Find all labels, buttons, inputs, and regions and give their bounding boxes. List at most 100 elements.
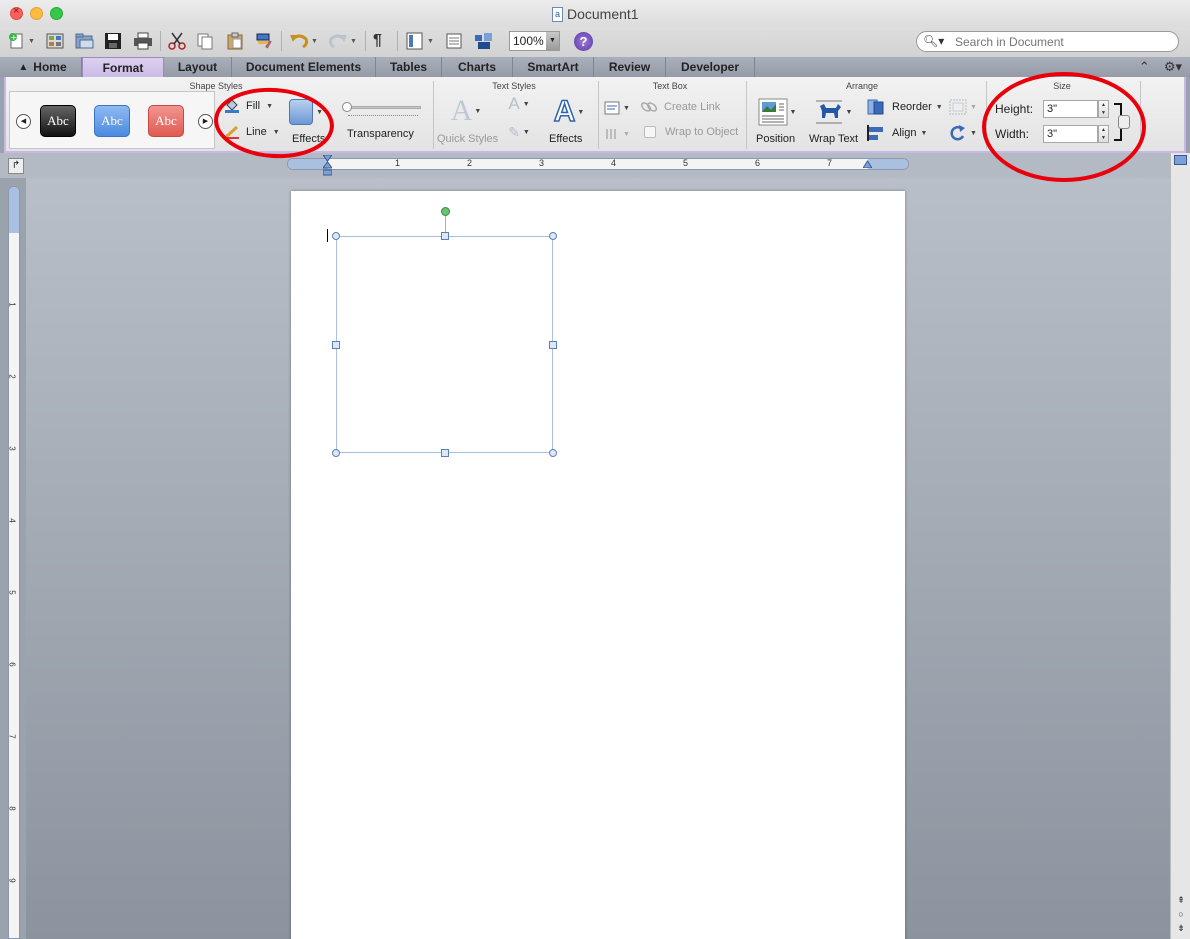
new-document-dropdown-icon[interactable]: ▼ bbox=[28, 38, 35, 45]
undo-dropdown-icon[interactable]: ▼ bbox=[311, 38, 318, 45]
toolbox-button[interactable] bbox=[474, 30, 494, 52]
wrap-text-dropdown-icon[interactable]: ▼ bbox=[846, 109, 853, 116]
rotate-button[interactable]: ▼ bbox=[948, 124, 977, 142]
group-objects-button[interactable]: ▼ bbox=[948, 98, 977, 116]
page-navigation[interactable]: ⇞ ○ ⇟ bbox=[1174, 893, 1188, 937]
wrap-to-object-checkbox[interactable]: Wrap to Object bbox=[644, 126, 738, 138]
maximize-window-button[interactable] bbox=[50, 7, 63, 20]
save-button[interactable] bbox=[104, 30, 122, 52]
search-field[interactable]: 🔍︎▾ bbox=[916, 31, 1179, 52]
cut-button[interactable] bbox=[168, 30, 186, 52]
text-direction-dropdown-icon[interactable]: ▼ bbox=[623, 105, 630, 112]
redo-button[interactable]: ▼ bbox=[328, 30, 357, 52]
next-page-icon[interactable]: ⇟ bbox=[1174, 921, 1188, 935]
svg-text:+: + bbox=[11, 33, 18, 42]
collapse-ribbon-chevron-icon[interactable]: ⌃ bbox=[1139, 59, 1150, 75]
resize-handle-right[interactable] bbox=[549, 341, 557, 349]
resize-handle-left[interactable] bbox=[332, 341, 340, 349]
text-outline-dropdown-icon[interactable]: ▼ bbox=[523, 129, 530, 136]
search-input[interactable] bbox=[955, 34, 1170, 49]
annotation-circle-size bbox=[982, 72, 1146, 182]
help-button[interactable]: ? bbox=[574, 32, 593, 51]
create-link-button[interactable]: Create Link bbox=[640, 100, 720, 114]
gallery-next-icon[interactable]: ▶ bbox=[198, 114, 213, 129]
resize-handle-bottom[interactable] bbox=[441, 449, 449, 457]
open-button[interactable] bbox=[75, 30, 95, 52]
tab-home[interactable]: ▲ Home bbox=[4, 57, 82, 77]
group-title-text-box: Text Box bbox=[652, 81, 688, 91]
templates-button[interactable] bbox=[46, 30, 64, 52]
rotation-handle[interactable] bbox=[441, 207, 450, 216]
tab-charts[interactable]: Charts bbox=[442, 57, 513, 77]
minimize-window-button[interactable] bbox=[30, 7, 43, 20]
tab-document-elements[interactable]: Document Elements bbox=[232, 57, 376, 77]
text-columns-button[interactable]: ▼ bbox=[604, 127, 630, 141]
document-page[interactable] bbox=[291, 191, 905, 939]
resize-handle-top-right[interactable] bbox=[549, 232, 557, 240]
show-formatting-marks-button[interactable]: ¶ bbox=[373, 30, 382, 52]
shape-style-swatch-blue[interactable]: Abc bbox=[94, 105, 130, 137]
text-align-lines-icon bbox=[604, 101, 620, 115]
text-columns-dropdown-icon[interactable]: ▼ bbox=[623, 131, 630, 138]
previous-page-icon[interactable]: ⇞ bbox=[1174, 893, 1188, 907]
view-button[interactable]: ▼ bbox=[405, 30, 434, 52]
text-fill-dropdown-icon[interactable]: ▼ bbox=[523, 101, 530, 108]
group-objects-dropdown-icon[interactable]: ▼ bbox=[970, 104, 977, 111]
tab-stop-selector[interactable]: ↱ bbox=[8, 158, 24, 174]
copy-button[interactable] bbox=[196, 30, 214, 52]
text-fill-button[interactable]: A ▼ bbox=[503, 94, 535, 113]
zoom-level-combobox[interactable]: 100% ▼ bbox=[509, 31, 560, 51]
tab-layout[interactable]: Layout bbox=[164, 57, 232, 77]
shape-style-swatch-black[interactable]: Abc bbox=[40, 105, 76, 137]
text-direction-button[interactable]: ▼ bbox=[604, 101, 630, 115]
split-view-icon[interactable] bbox=[1174, 155, 1187, 165]
paste-button[interactable] bbox=[226, 30, 244, 52]
sidebar-toggle-button[interactable] bbox=[445, 30, 463, 52]
position-button[interactable]: ▼ bbox=[756, 97, 798, 127]
text-effects-button[interactable]: A ▼ bbox=[549, 94, 589, 129]
quick-styles-button[interactable]: A ▼ bbox=[446, 94, 486, 127]
format-painter-button[interactable] bbox=[255, 30, 275, 52]
transparency-slider[interactable] bbox=[342, 102, 421, 112]
vertical-ruler[interactable]: 1 2 3 4 5 6 7 8 9 bbox=[8, 186, 20, 939]
tab-tables[interactable]: Tables bbox=[376, 57, 442, 77]
redo-dropdown-icon[interactable]: ▼ bbox=[350, 38, 357, 45]
resize-handle-bottom-left[interactable] bbox=[332, 449, 340, 457]
position-dropdown-icon[interactable]: ▼ bbox=[790, 109, 797, 116]
reorder-dropdown-icon[interactable]: ▼ bbox=[936, 104, 943, 111]
close-window-button[interactable] bbox=[10, 5, 23, 20]
transparency-slider-thumb[interactable] bbox=[342, 102, 352, 112]
new-document-button[interactable]: + ▼ bbox=[8, 30, 35, 52]
tab-developer[interactable]: Developer bbox=[666, 57, 755, 77]
checkbox-box-icon[interactable] bbox=[644, 126, 656, 138]
quick-styles-dropdown-icon[interactable]: ▼ bbox=[474, 107, 481, 115]
resize-handle-top-left[interactable] bbox=[332, 232, 340, 240]
format-painter-icon bbox=[256, 33, 272, 49]
resize-handle-top[interactable] bbox=[441, 232, 449, 240]
align-dropdown-icon[interactable]: ▼ bbox=[920, 130, 927, 137]
search-magnifier-icon[interactable]: 🔍︎▾ bbox=[923, 34, 944, 48]
wrap-text-button[interactable]: ▼ bbox=[812, 97, 854, 127]
undo-button[interactable]: ▼ bbox=[289, 30, 318, 52]
tab-smartart[interactable]: SmartArt bbox=[513, 57, 594, 77]
shape-style-swatch-red[interactable]: Abc bbox=[148, 105, 184, 137]
horizontal-ruler[interactable]: 1 2 3 4 5 6 7 bbox=[287, 158, 909, 170]
reorder-button[interactable]: Reorder ▼ bbox=[866, 98, 943, 116]
tab-review[interactable]: Review bbox=[594, 57, 666, 77]
selected-shape[interactable] bbox=[332, 232, 557, 457]
align-button[interactable]: Align ▼ bbox=[866, 124, 927, 142]
text-effects-dropdown-icon[interactable]: ▼ bbox=[577, 109, 584, 116]
tab-format[interactable]: Format bbox=[82, 57, 164, 77]
print-button[interactable] bbox=[133, 30, 153, 52]
right-indent-marker[interactable] bbox=[862, 159, 873, 169]
indent-markers[interactable] bbox=[322, 154, 333, 177]
resize-handle-bottom-right[interactable] bbox=[549, 449, 557, 457]
browse-object-icon[interactable]: ○ bbox=[1174, 907, 1188, 921]
text-outline-button[interactable]: ✎ ▼ bbox=[503, 123, 535, 141]
vertical-scrollbar[interactable]: ⇞ ○ ⇟ bbox=[1170, 153, 1190, 939]
rotate-dropdown-icon[interactable]: ▼ bbox=[970, 130, 977, 137]
gallery-previous-icon[interactable]: ◀ bbox=[16, 114, 31, 129]
view-dropdown-icon[interactable]: ▼ bbox=[427, 38, 434, 45]
zoom-dropdown-icon[interactable]: ▼ bbox=[546, 32, 559, 50]
ribbon-settings-gear-icon[interactable]: ⚙▾ bbox=[1164, 59, 1182, 75]
